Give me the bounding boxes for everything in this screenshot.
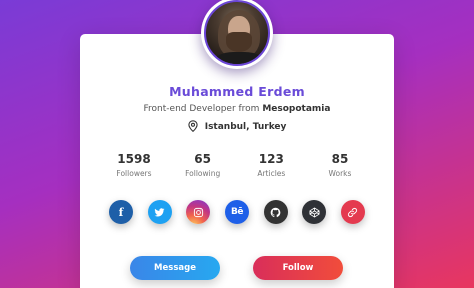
stat-works[interactable]: 85 Works [306,152,374,182]
stat-following[interactable]: 65 Following [169,152,237,182]
link-icon [348,207,358,217]
role-place: Mesopotamia [262,104,331,114]
stat-value: 123 [258,152,284,166]
codepen-button[interactable] [302,200,327,224]
stat-label: Followers [116,169,152,178]
instagram-button[interactable] [186,200,211,224]
stat-label: Articles [257,169,286,178]
stat-articles[interactable]: 123 Articles [237,152,305,182]
github-icon [270,207,281,217]
social-links: f Bē [109,200,365,224]
stat-followers[interactable]: 1598 Followers [100,152,168,182]
stat-label: Works [328,169,352,178]
codepen-icon [309,207,320,217]
message-button[interactable]: Message [130,256,220,280]
instagram-icon [193,207,203,217]
avatar[interactable] [201,0,273,69]
profile-name: Muhammed Erdem [169,84,305,99]
avatar-image [204,0,270,66]
profile-location: Istanbul, Turkey [0,120,474,133]
stat-value: 1598 [117,152,151,166]
follow-button[interactable]: Follow [253,256,343,280]
behance-button[interactable]: Bē [224,200,249,224]
stats-row: 1598 Followers 65 Following 123 Articles… [100,152,374,182]
location-text: Istanbul, Turkey [204,122,287,132]
stat-label: Following [185,169,221,178]
location-pin-icon [187,120,198,133]
profile-role: Front-end Developer from Mesopotamia [0,104,474,114]
stat-value: 65 [194,152,211,166]
role-prefix: Front-end Developer from [143,104,260,114]
github-button[interactable] [263,200,288,224]
link-button[interactable] [340,200,365,224]
twitter-icon [154,207,165,216]
twitter-button[interactable] [147,200,172,224]
stat-value: 85 [331,152,349,166]
facebook-icon: f [118,205,124,219]
facebook-button[interactable]: f [109,200,133,224]
behance-icon: Bē [230,207,243,217]
